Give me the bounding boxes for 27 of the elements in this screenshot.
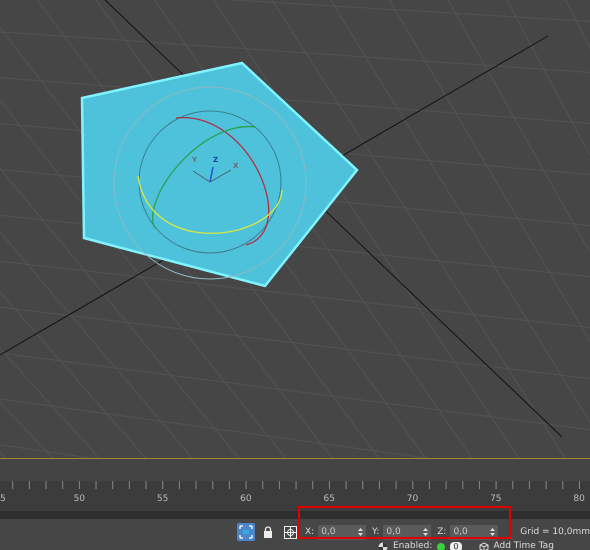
frame-number: 65 bbox=[323, 494, 335, 504]
frame-number: 60 bbox=[240, 494, 252, 504]
frame-number: 5 bbox=[0, 494, 6, 504]
axis-label: Y: bbox=[372, 527, 380, 537]
axis-label: Z: bbox=[437, 527, 446, 537]
lock-icon bbox=[263, 526, 273, 538]
count-badge: 0 bbox=[450, 542, 462, 550]
timeline-ruler[interactable]: 5 50 55 60 65 70 75 80 bbox=[0, 481, 590, 511]
key-mode-icon[interactable] bbox=[378, 542, 388, 550]
cube-icon bbox=[478, 542, 488, 550]
add-time-tag-link[interactable]: Add Time Tag bbox=[494, 541, 554, 550]
pentagon-shape[interactable] bbox=[80, 62, 359, 288]
enabled-label: Enabled: bbox=[393, 541, 432, 550]
frame-number: 55 bbox=[156, 494, 168, 504]
frame-number: 75 bbox=[490, 494, 502, 504]
axis-label: X: bbox=[305, 527, 314, 537]
selection-lock-toggle[interactable] bbox=[237, 523, 255, 541]
frame-number: 80 bbox=[573, 494, 585, 504]
transform-mode-icon bbox=[284, 526, 296, 538]
grid-size-label: Grid = 10,0mm bbox=[520, 527, 590, 537]
frame-number: 50 bbox=[74, 494, 86, 504]
absolute-mode-button[interactable] bbox=[281, 523, 299, 541]
frame-number: 70 bbox=[406, 494, 418, 504]
selection-icon bbox=[239, 525, 253, 539]
spinner-icon[interactable] bbox=[358, 528, 364, 536]
spinner-icon[interactable] bbox=[490, 528, 496, 536]
spinner-icon[interactable] bbox=[423, 528, 428, 536]
